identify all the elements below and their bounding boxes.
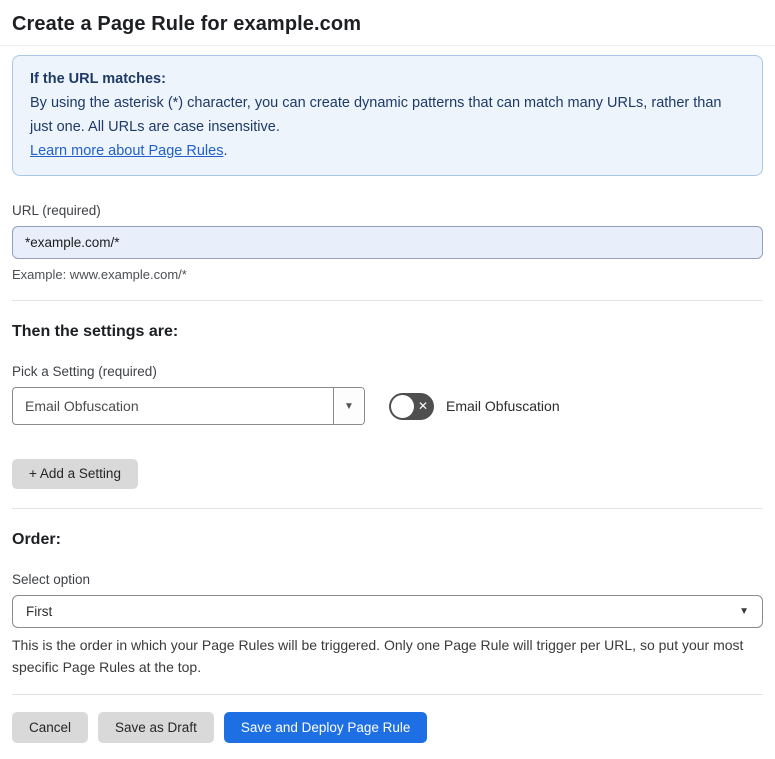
url-example-helper: Example: www.example.com/*: [12, 267, 187, 282]
setting-select[interactable]: Email Obfuscation ▼: [12, 387, 365, 425]
link-period: .: [223, 143, 228, 159]
url-input[interactable]: [12, 226, 763, 259]
order-section-heading: Order:: [12, 531, 61, 548]
toggle-label: Email Obfuscation: [446, 398, 560, 414]
chevron-down-icon: ▼: [739, 606, 749, 617]
order-helper-text: This is the order in which your Page Rul…: [12, 637, 744, 675]
add-setting-button[interactable]: + Add a Setting: [12, 459, 138, 489]
toggle-off-x-icon: ✕: [417, 399, 429, 413]
divider: [0, 45, 775, 46]
learn-more-link[interactable]: Learn more about Page Rules: [30, 143, 223, 159]
setting-row: Email Obfuscation ▼ ✕ Email Obfuscation: [12, 387, 763, 425]
divider: [12, 508, 763, 509]
chevron-down-icon[interactable]: ▼: [333, 388, 364, 424]
create-page-rule-form: Create a Page Rule for example.com If th…: [0, 0, 775, 759]
divider: [12, 694, 763, 695]
info-box-heading: If the URL matches:: [30, 71, 166, 87]
url-field-label: URL (required): [12, 203, 101, 218]
page-title: Create a Page Rule for example.com: [12, 13, 362, 35]
pick-setting-label: Pick a Setting (required): [12, 364, 157, 379]
settings-section-heading: Then the settings are:: [12, 323, 179, 340]
order-select-value: First: [26, 604, 53, 619]
order-select-label: Select option: [12, 572, 91, 587]
email-obfuscation-toggle[interactable]: ✕: [389, 392, 434, 420]
toggle-knob: [391, 394, 414, 418]
setting-select-value: Email Obfuscation: [25, 398, 139, 414]
url-match-info-box: If the URL matches: By using the asteris…: [12, 55, 763, 176]
order-select[interactable]: First ▼: [12, 595, 763, 628]
info-box-body: By using the asterisk (*) character, you…: [30, 95, 722, 135]
info-box-link-line: Learn more about Page Rules.: [30, 139, 745, 163]
divider: [12, 300, 763, 301]
